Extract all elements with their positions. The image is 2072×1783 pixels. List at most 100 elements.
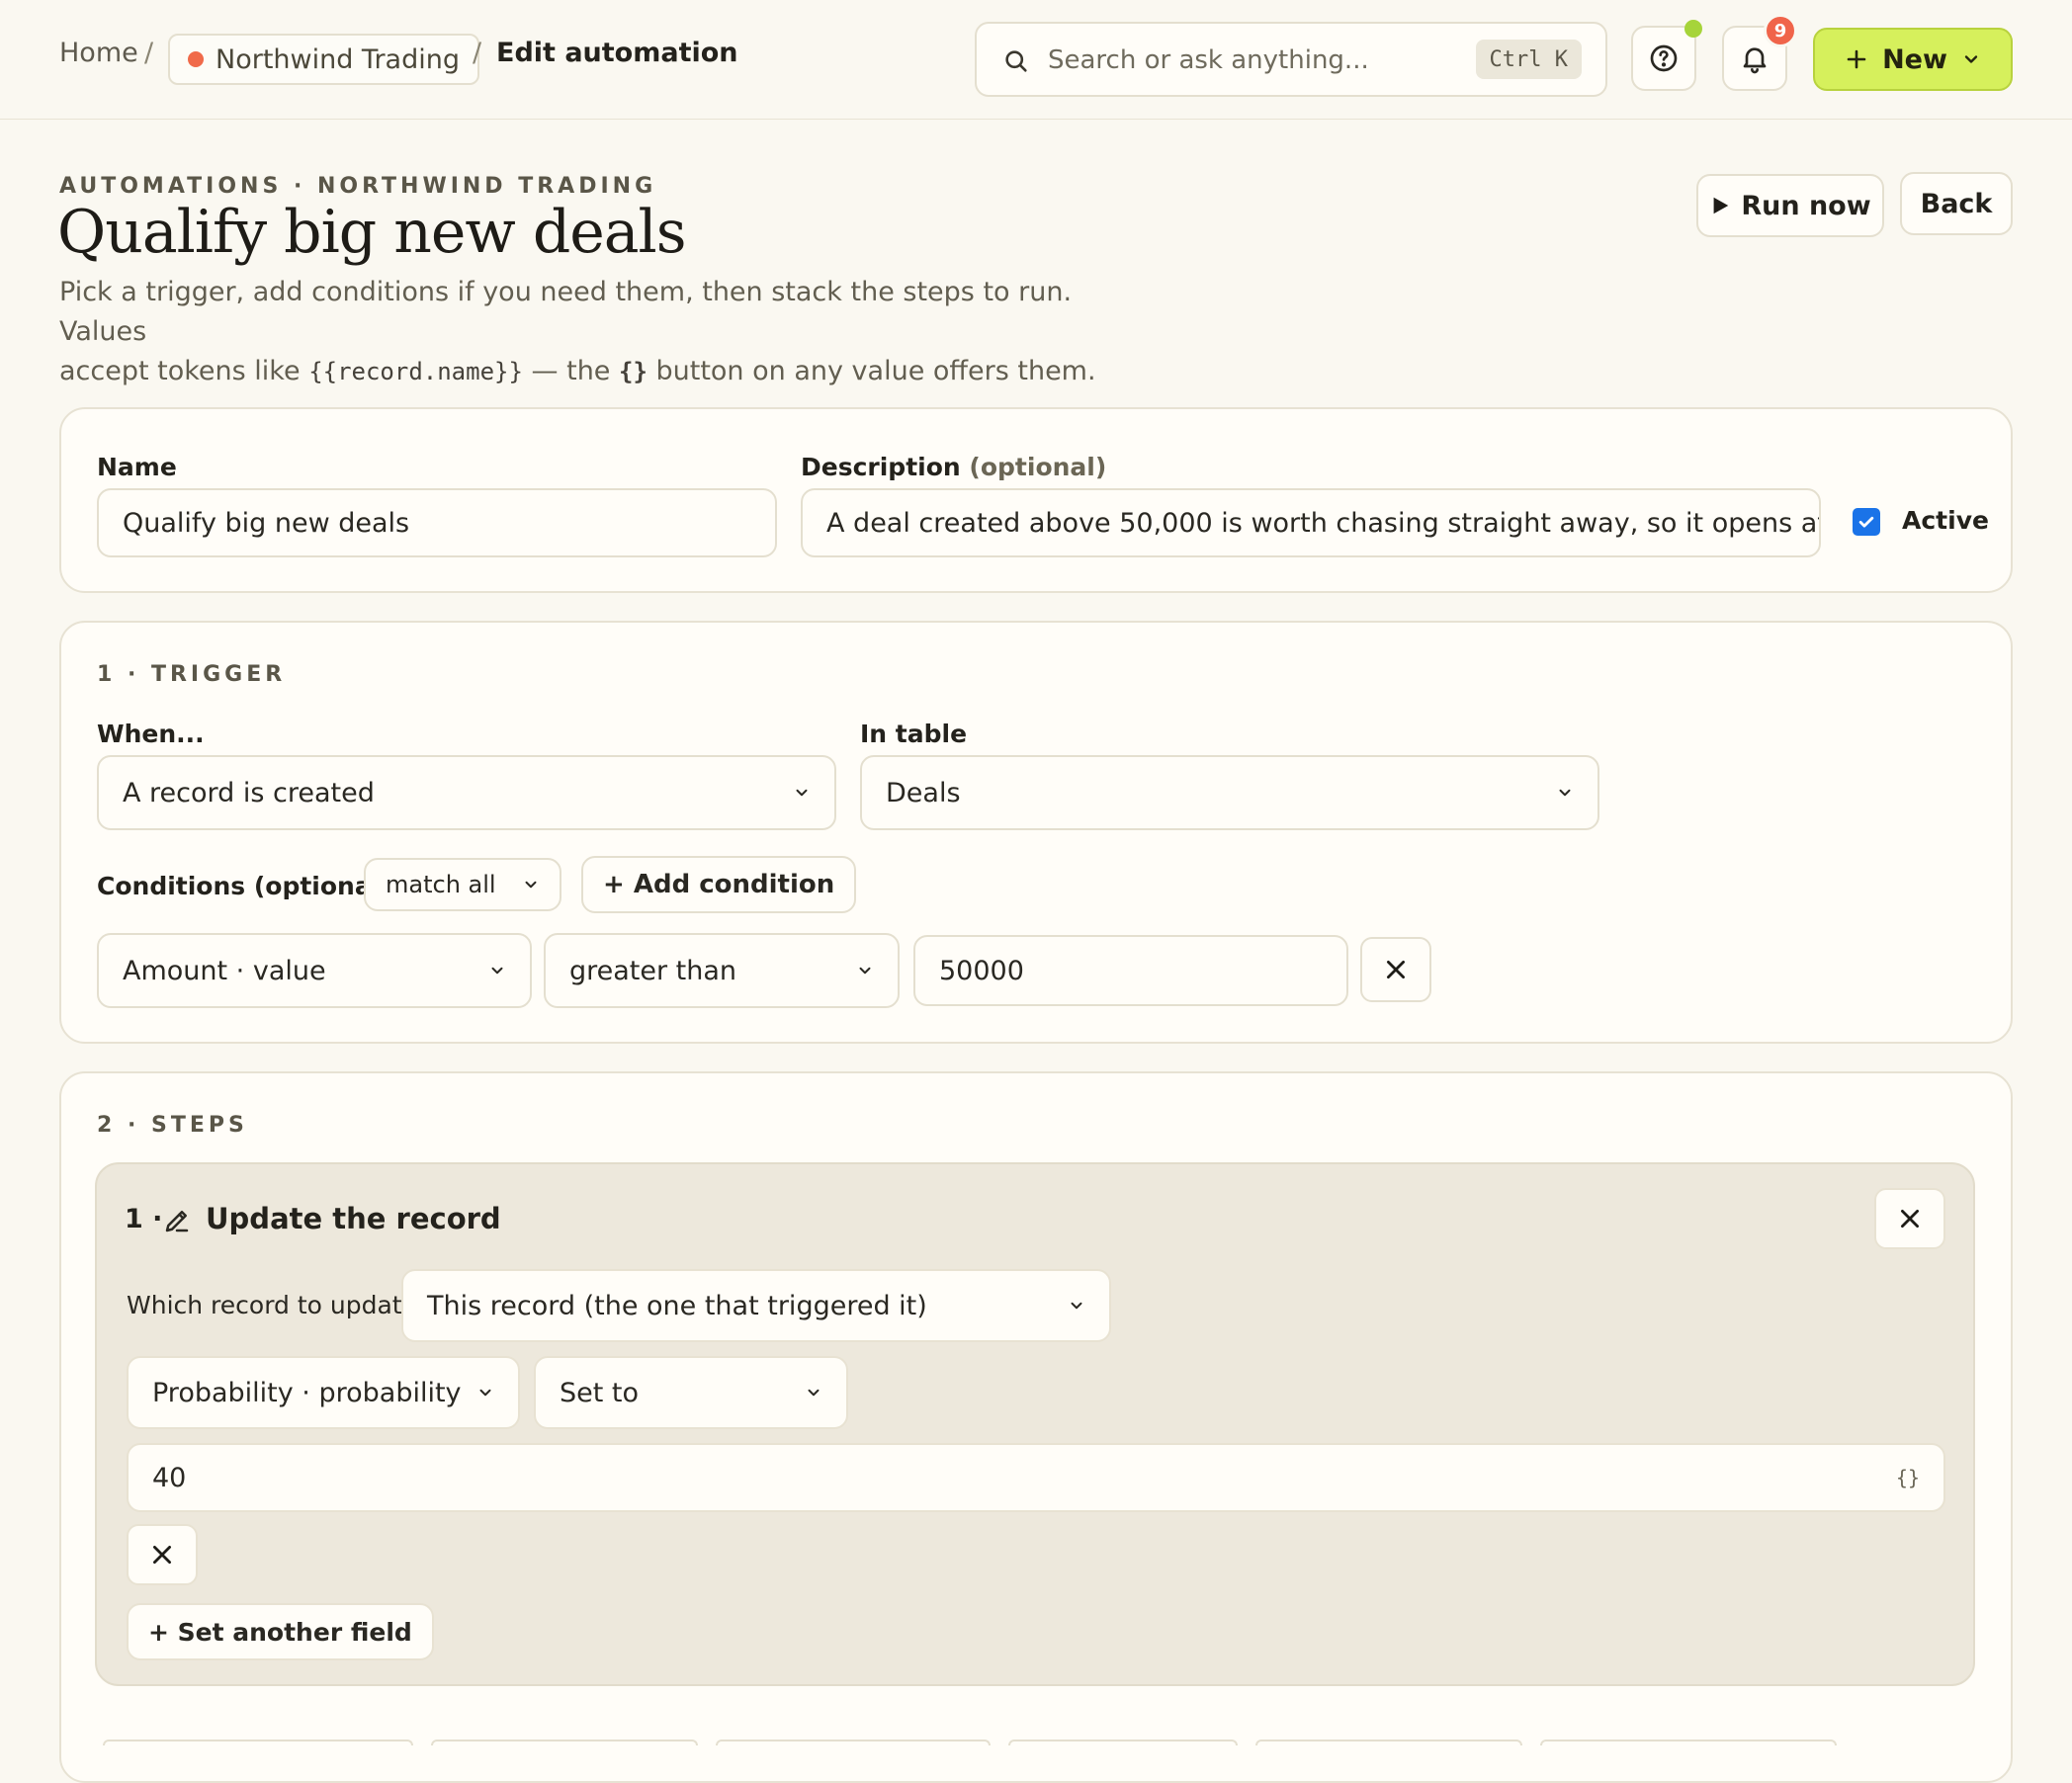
step-number: 1 · [125, 1204, 163, 1234]
remove-step-button[interactable] [1874, 1188, 1945, 1249]
subtitle-text: — the [522, 356, 619, 386]
which-record-select[interactable]: This record (the one that triggered it) [401, 1269, 1111, 1342]
step-type-option[interactable] [1540, 1740, 1837, 1745]
condition-field-value: Amount · value [123, 955, 326, 986]
when-label: When... [97, 720, 205, 748]
new-button[interactable]: New [1813, 28, 2013, 91]
trigger-event-select[interactable]: A record is created [97, 755, 836, 830]
remove-condition-button[interactable] [1360, 937, 1431, 1002]
trigger-heading: 1 · TRIGGER [97, 662, 287, 687]
which-record-label: Which record to update [127, 1291, 417, 1319]
description-label-text: Description [801, 453, 961, 481]
trigger-event-value: A record is created [123, 777, 375, 808]
condition-field-select[interactable]: Amount · value [97, 933, 532, 1008]
chevron-down-icon [1559, 789, 1571, 797]
step-type-option[interactable] [716, 1740, 991, 1745]
top-bar: Home / Northwind Trading / Edit automati… [0, 0, 2072, 120]
close-icon [1901, 1210, 1919, 1228]
add-condition-button[interactable]: + Add condition [581, 856, 857, 913]
page-subtitle: Pick a trigger, add conditions if you ne… [59, 273, 1166, 391]
breadcrumb-separator: / [473, 38, 482, 68]
search-input[interactable]: Search or ask anything... [1048, 45, 1369, 75]
play-icon [1713, 197, 1729, 214]
subtitle-text: accept tokens like [59, 356, 309, 386]
chevron-down-icon [479, 1389, 491, 1397]
chevron-down-icon [525, 881, 537, 889]
table-label: In table [860, 720, 968, 748]
search-icon [1005, 50, 1027, 72]
subtitle-text: button on any value offers them. [647, 356, 1096, 386]
pencil-icon [165, 1211, 189, 1232]
search-shortcut: Ctrl K [1475, 40, 1582, 79]
chevron-down-icon [1071, 1302, 1082, 1310]
token-braces-button[interactable]: {} [1896, 1466, 1920, 1489]
help-button[interactable] [1631, 20, 1702, 91]
workspace-color-dot [188, 51, 204, 67]
workspace-name: Northwind Trading [216, 43, 460, 75]
conditions-label: Conditions (optional) [97, 872, 391, 900]
status-online-dot [1684, 20, 1702, 38]
chevron-down-icon [491, 967, 503, 975]
help-icon [1650, 44, 1678, 72]
step-type-option[interactable] [431, 1740, 698, 1745]
run-now-button[interactable]: Run now [1696, 174, 1884, 237]
close-icon [1387, 961, 1405, 978]
breadcrumb-workspace[interactable]: Northwind Trading [168, 34, 479, 85]
step-type-option[interactable] [103, 1740, 413, 1745]
step-value: 40 [152, 1462, 187, 1493]
bell-icon [1743, 47, 1767, 74]
description-optional-hint: (optional) [969, 453, 1107, 481]
which-record-value: This record (the one that triggered it) [427, 1290, 927, 1321]
plus-icon [1847, 49, 1866, 69]
step-type-option[interactable] [1008, 1740, 1238, 1745]
condition-value-input[interactable]: 50000 [913, 935, 1348, 1006]
active-label: Active [1902, 506, 1989, 535]
set-another-field-button[interactable]: + Set another field [127, 1603, 434, 1660]
trigger-card: 1 · TRIGGER When... A record is created … [59, 621, 2013, 1044]
step-field-value: Probability · probability [152, 1377, 462, 1408]
page-title: Qualify big new deals [57, 198, 686, 267]
steps-heading: 2 · STEPS [97, 1113, 248, 1138]
page-eyebrow: AUTOMATIONS · NORTHWIND TRADING [59, 174, 657, 199]
name-input[interactable]: Qualify big new deals [97, 488, 777, 557]
notification-count-badge: 9 [1764, 14, 1797, 47]
step-field-select[interactable]: Probability · probability [127, 1356, 520, 1429]
details-card: Name Qualify big new deals Description (… [59, 407, 2013, 593]
back-button[interactable]: Back [1900, 172, 2013, 235]
name-label: Name [97, 453, 177, 481]
match-mode-value: match all [386, 871, 496, 898]
step-type-option[interactable] [1255, 1740, 1522, 1745]
step-title: Update the record [206, 1202, 501, 1235]
active-checkbox[interactable] [1853, 508, 1880, 536]
braces-icon: {} [619, 358, 648, 385]
breadcrumb-current: Edit automation [496, 38, 738, 68]
breadcrumb-home[interactable]: Home [59, 38, 138, 68]
chevron-down-icon [859, 967, 871, 975]
new-button-label: New [1882, 43, 1947, 75]
chevron-down-icon [808, 1389, 820, 1397]
search-box[interactable]: Search or ask anything... Ctrl K [975, 22, 1607, 97]
table-value: Deals [886, 777, 961, 808]
step-operation-select[interactable]: Set to [534, 1356, 848, 1429]
check-icon [1858, 516, 1874, 528]
description-input[interactable]: A deal created above 50,000 is worth cha… [801, 488, 1821, 557]
condition-operator-value: greater than [569, 955, 737, 986]
table-select[interactable]: Deals [860, 755, 1599, 830]
step-item: 1 · Update the record Which record to up… [95, 1162, 1975, 1686]
close-icon [153, 1546, 171, 1564]
subtitle-line-1: Pick a trigger, add conditions if you ne… [59, 277, 1073, 347]
remove-field-button[interactable] [127, 1524, 198, 1585]
chevron-down-icon [796, 789, 808, 797]
token-example: {{record.name}} [308, 358, 523, 385]
condition-operator-select[interactable]: greater than [544, 933, 900, 1008]
description-label: Description (optional) [801, 453, 1106, 481]
run-now-label: Run now [1741, 190, 1871, 221]
step-value-input[interactable]: 40 {} [127, 1443, 1945, 1512]
chevron-down-icon [1964, 55, 1978, 63]
subtitle-line-2: accept tokens like {{record.name}} — the… [59, 352, 1166, 391]
breadcrumb-separator: / [144, 38, 154, 68]
step-type-options-partial [103, 1740, 1961, 1745]
step-operation-value: Set to [560, 1377, 640, 1408]
notifications-button[interactable]: 9 [1722, 14, 1797, 91]
match-mode-select[interactable]: match all [364, 858, 561, 911]
